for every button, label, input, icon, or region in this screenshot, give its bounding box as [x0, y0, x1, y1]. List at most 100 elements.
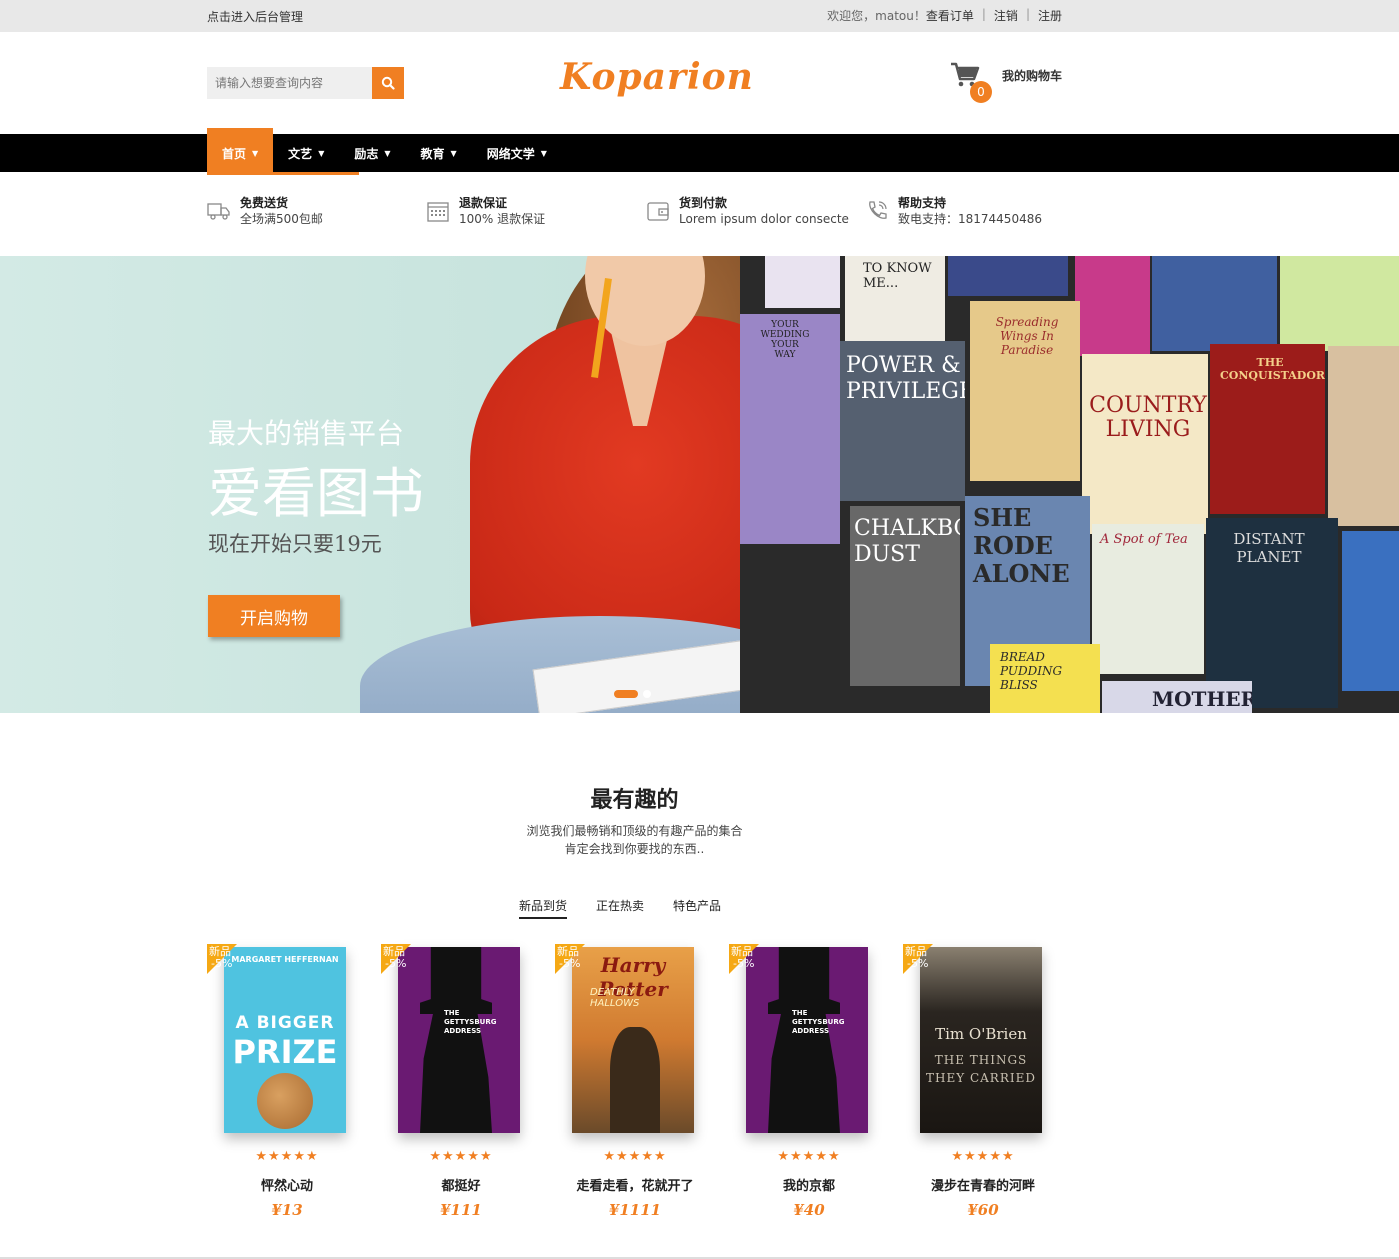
book-cover-title: DISTANT PLANET	[1233, 530, 1305, 566]
product-name[interactable]: 走看走看，花就开了	[555, 1175, 715, 1194]
product-price: ¥40	[793, 1201, 825, 1219]
cover-title: PRIZE	[232, 1033, 338, 1071]
book-cover: MOTHER	[1102, 681, 1252, 713]
nav-item-inspiration[interactable]: 励志 ▼	[339, 134, 405, 172]
badge-discount-label: -5%	[559, 957, 581, 970]
nav-item-label: 励志	[354, 146, 379, 161]
product-name[interactable]: 我的京都	[729, 1175, 889, 1194]
tab-featured[interactable]: 特色产品	[673, 897, 721, 919]
tab-new-arrivals[interactable]: 新品到货	[519, 897, 568, 919]
book-cover-title: Spreading Wings In Paradise	[995, 315, 1059, 357]
product-price: ¥13	[271, 1201, 303, 1219]
section-desc-line: 肯定会找到你要找的东西..	[564, 842, 705, 856]
nav-item-label: 教育	[420, 146, 445, 161]
feature-desc: 100% 退款保证	[459, 212, 546, 226]
badge-discount-label: -5%	[211, 957, 233, 970]
cover-title: THE GETTYSBURG ADDRESS	[792, 1009, 845, 1035]
book-cover: POWER & PRIVILEGE	[840, 341, 965, 501]
book-cover-title: CHALKBOARD DUST	[854, 516, 960, 567]
book-cover: DISTANT PLANET	[1206, 518, 1338, 708]
cover-figure	[610, 1027, 660, 1133]
start-shopping-button[interactable]: 开启购物	[208, 595, 340, 637]
book-cover: CHALKBOARD DUST	[850, 506, 960, 686]
badge-discount-label: -5%	[907, 957, 929, 970]
book-cover: TO KNOW ME...	[845, 256, 945, 351]
nav-item-label: 文艺	[288, 146, 313, 161]
cover-silhouette	[768, 947, 840, 1133]
tab-on-sale[interactable]: 正在热卖	[596, 897, 644, 919]
product-name[interactable]: 漫步在青春的河畔	[903, 1175, 1063, 1194]
book-cover	[1342, 531, 1399, 691]
top-bar: 点击进入后台管理 欢迎您，matou！ 查看订单 | 注销 | 注册	[0, 0, 1399, 32]
cover-author: MARGARET HEFFERNAN	[231, 955, 339, 964]
feature-title: 帮助支持	[898, 196, 947, 210]
chevron-down-icon: ▼	[540, 148, 547, 158]
separator: |	[1025, 7, 1030, 21]
book-cover	[948, 256, 1068, 296]
book-cover-title: BREAD PUDDING BLISS	[1000, 650, 1063, 692]
feature-support: 帮助支持致电支持：18174450486	[865, 195, 1042, 228]
site-logo[interactable]: Koparion	[560, 56, 754, 98]
feature-cod: 货到付款 Lorem ipsum dolor consecte	[646, 195, 849, 228]
book-cover: YOUR WEDDING YOUR WAY	[740, 314, 840, 544]
hero-promo: 现在开始只要19元	[208, 532, 382, 556]
cover-title: A BIGGER	[235, 1013, 335, 1033]
nav-item-home[interactable]: 首页 ▼	[207, 128, 274, 172]
search-button[interactable]	[372, 67, 404, 99]
hero-subtitle: 最大的销售平台	[208, 417, 405, 450]
book-cover-title: MOTHER	[1152, 687, 1252, 711]
separator: |	[981, 7, 986, 21]
book-cover-title: POWER & PRIVILEGE	[846, 353, 965, 404]
phone-icon	[869, 201, 887, 219]
feature-title: 免费送货	[240, 196, 289, 210]
book-cover: THE CONQUISTADORS	[1210, 344, 1325, 514]
product-price: ¥60	[967, 1201, 999, 1219]
section-desc-line: 浏览我们最畅销和顶级的有趣产品的集合	[526, 824, 743, 838]
register-link[interactable]: 注册	[1038, 7, 1062, 24]
book-cover	[1152, 256, 1277, 351]
product-name[interactable]: 都挺好	[381, 1175, 541, 1194]
nav-item-literature[interactable]: 文艺 ▼	[273, 134, 339, 172]
cart-label[interactable]: 我的购物车	[1002, 67, 1062, 84]
admin-link[interactable]: 点击进入后台管理	[207, 8, 303, 25]
chevron-down-icon: ▼	[450, 148, 457, 158]
product-tabs: 新品到货 正在热卖 特色产品	[519, 897, 721, 919]
hero-book-collage: TO KNOW ME... YOUR WEDDING YOUR WAY POWE…	[740, 256, 1399, 713]
book-cover: COUNTRY LIVING	[1082, 354, 1208, 534]
orders-link[interactable]: 查看订单	[926, 7, 974, 24]
product-cover[interactable]: THE GETTYSBURG ADDRESS	[398, 947, 520, 1133]
book-cover	[765, 256, 840, 308]
feature-title: 货到付款	[679, 196, 728, 210]
main-nav: 首页 ▼ 文艺 ▼ 励志 ▼ 教育 ▼ 网络文学 ▼	[0, 128, 1399, 175]
nav-item-education[interactable]: 教育 ▼	[406, 134, 472, 172]
logout-link[interactable]: 注销	[994, 7, 1018, 24]
hero-title: 爱看图书	[208, 462, 424, 525]
carousel-dot-active[interactable]	[614, 690, 638, 698]
chevron-down-icon: ▼	[318, 148, 325, 158]
feature-refund: 退款保证 100% 退款保证	[426, 195, 545, 228]
book-cover	[1280, 256, 1399, 351]
cover-author: Tim O'Brien	[935, 1025, 1027, 1043]
product-cover[interactable]: Harry Potter DEATHLY HALLOWS	[572, 947, 694, 1133]
book-cover	[1075, 256, 1150, 356]
product-price: ¥1111	[608, 1201, 662, 1219]
nav-item-label: 首页	[222, 146, 247, 161]
cart-button[interactable]: 0 我的购物车	[950, 62, 1062, 103]
book-cover: BREAD PUDDING BLISS	[990, 644, 1100, 713]
product-cover[interactable]: Tim O'Brien THE THINGS THEY CARRIED	[920, 947, 1042, 1133]
truck-icon	[207, 203, 230, 220]
search-input[interactable]	[207, 67, 372, 99]
product-name[interactable]: 怦然心动	[207, 1175, 367, 1194]
product-cover[interactable]: MARGARET HEFFERNAN A BIGGER PRIZE	[224, 947, 346, 1133]
product-cover[interactable]: THE GETTYSBURG ADDRESS	[746, 947, 868, 1133]
book-cover-title: A Spot of Tea	[1100, 532, 1188, 547]
greeting-text: 欢迎您，matou！	[827, 9, 926, 23]
feature-desc: 致电支持：18174450486	[898, 212, 1042, 226]
section-title: 最有趣的	[590, 788, 679, 813]
badge-discount-label: -5%	[385, 957, 407, 970]
nav-item-web-literature[interactable]: 网络文学 ▼	[472, 134, 562, 172]
search-icon	[381, 76, 395, 90]
carousel-dot[interactable]	[643, 690, 651, 698]
rating-stars: ★★★★★	[603, 1149, 667, 1164]
book-cover-title: TO KNOW ME...	[863, 261, 932, 291]
